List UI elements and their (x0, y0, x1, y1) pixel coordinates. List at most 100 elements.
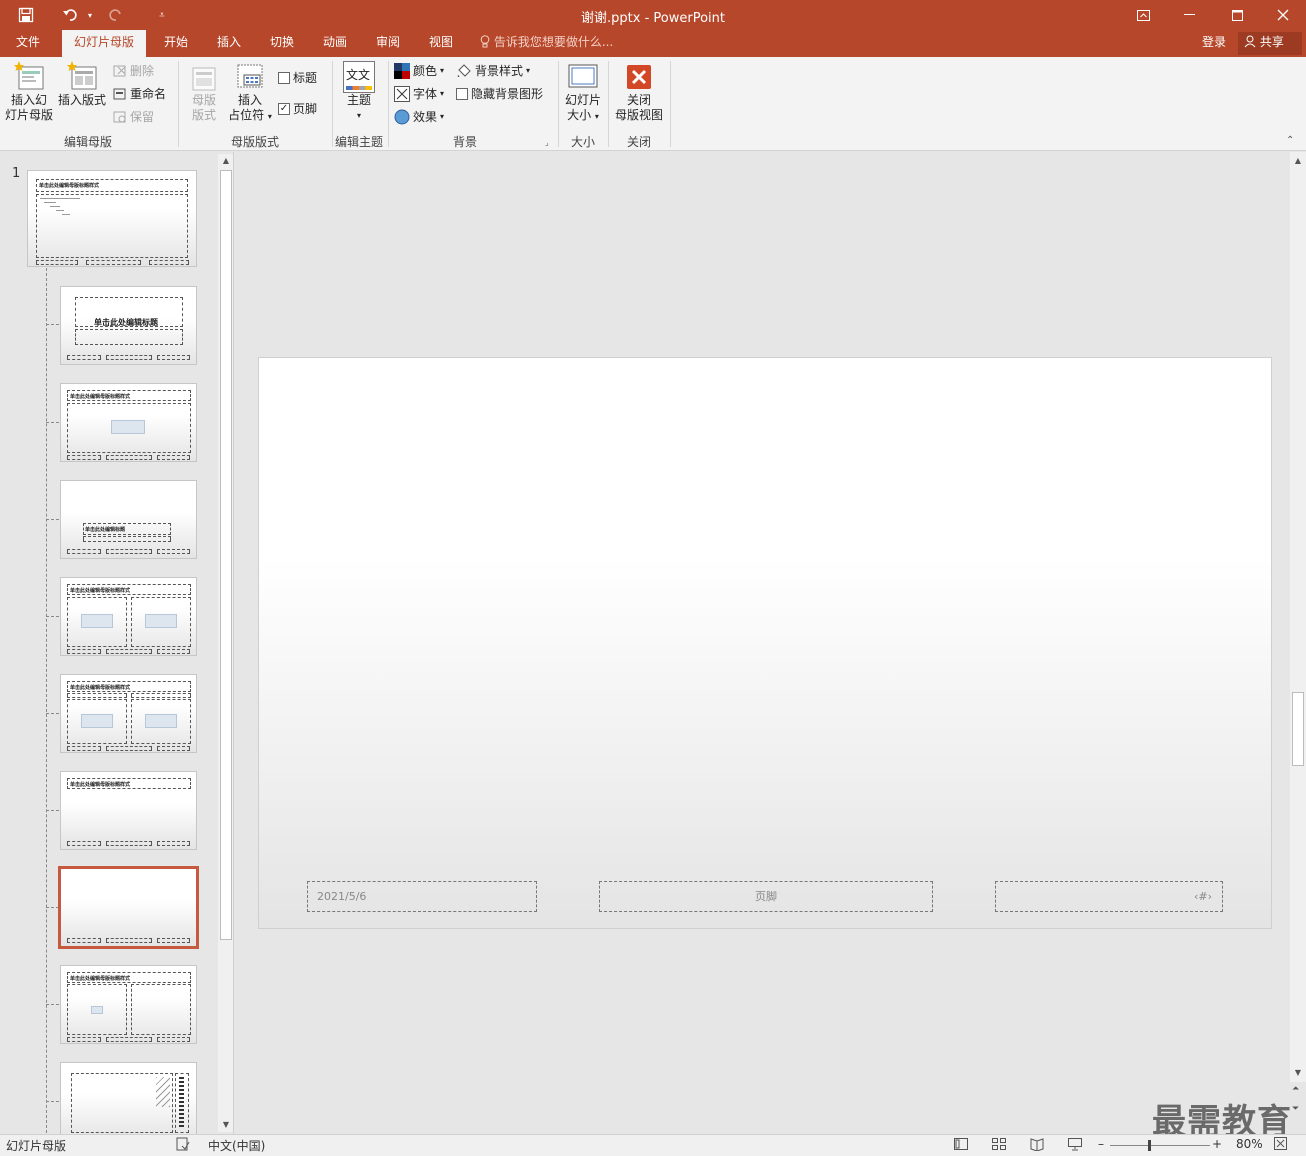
fonts-icon (394, 86, 410, 102)
effects-button[interactable]: 效果 ▾ (394, 109, 444, 125)
preserve-button[interactable]: 保留 (113, 109, 154, 125)
share-button[interactable]: 共享 (1238, 32, 1302, 55)
slideshow-icon[interactable] (1068, 1137, 1082, 1154)
tab-slide-master[interactable]: 幻灯片母版 (62, 30, 147, 57)
background-styles-button[interactable]: 背景样式 ▾ (456, 63, 530, 79)
group-separator (608, 61, 609, 147)
slide-size-button[interactable]: 幻灯片 大小 ▾ (562, 61, 604, 124)
tell-me-box[interactable]: 告诉我您想要做什么... (480, 30, 613, 57)
layout-thumbnail-title-content[interactable]: 单击此处编辑母版标题样式 (60, 383, 197, 462)
master-layout-button[interactable]: 母版 版式 (184, 65, 224, 123)
main-vertical-scrollbar[interactable]: ▲ ▼ (1290, 152, 1306, 1082)
rename-button[interactable]: 重命名 (113, 86, 166, 102)
slide-edit-area[interactable]: 2021/5/6 页脚 ‹#› (238, 152, 1290, 1134)
layout-thumbnail-comparison[interactable]: 单击此处编辑母版标题样式 (60, 674, 197, 753)
minimize-icon[interactable] (1166, 0, 1212, 30)
delete-button[interactable]: 删除 (113, 63, 154, 79)
date-placeholder[interactable]: 2021/5/6 (307, 881, 537, 912)
sign-in-link[interactable]: 登录 (1202, 30, 1226, 55)
footer-checkbox[interactable]: ✓ 页脚 (278, 101, 317, 117)
group-label-close: 关闭 (626, 135, 651, 149)
hide-background-checkbox[interactable]: 隐藏背景图形 (456, 86, 543, 102)
layout-thumbnail-two-content[interactable]: 单击此处编辑母版标题样式 (60, 577, 197, 656)
tab-transitions[interactable]: 切换 (258, 30, 306, 57)
zoom-level[interactable]: 80% (1236, 1137, 1263, 1151)
slide-number-placeholder[interactable]: ‹#› (995, 881, 1223, 912)
zoom-out-icon[interactable]: – (1098, 1137, 1104, 1151)
themes-button[interactable]: 文文 主题 ▾ (338, 61, 380, 123)
slide-canvas[interactable]: 2021/5/6 页脚 ‹#› (258, 357, 1272, 929)
zoom-slider[interactable] (1110, 1140, 1210, 1151)
master-thumbnail[interactable]: 单击此处编辑母版标题样式 (27, 170, 197, 267)
insert-placeholder-button[interactable]: 插入 占位符 ▾ (226, 61, 274, 124)
previous-slide-icon[interactable]: ⏶ (1292, 1084, 1299, 1094)
main-scroll-thumb[interactable] (1292, 692, 1304, 766)
thumbnail-scroll-thumb[interactable] (220, 170, 232, 940)
layout-thumbnail-blank-selected[interactable] (58, 866, 199, 949)
normal-view-icon[interactable] (954, 1137, 968, 1154)
master-thumbnail-title: 单击此处编辑母版标题样式 (39, 183, 100, 189)
layout-thumbnail-section[interactable]: 单击此处编辑标题 (60, 480, 197, 559)
scroll-down-icon[interactable]: ▼ (219, 1118, 233, 1132)
tab-home[interactable]: 开始 (152, 30, 200, 57)
title-checkbox-box[interactable] (278, 72, 290, 84)
dialog-launcher-icon[interactable]: ⌟ (545, 138, 549, 147)
hide-background-checkbox-box[interactable] (456, 88, 468, 100)
zoom-slider-handle[interactable] (1148, 1140, 1151, 1151)
thumbnail-scrollbar[interactable]: ▲ ▼ (218, 154, 233, 1132)
footer-checkbox-box[interactable]: ✓ (278, 103, 290, 115)
maximize-icon[interactable] (1214, 0, 1260, 30)
ribbon-tabs: 文件 幻灯片母版 开始 插入 切换 动画 审阅 视图 告诉我您想要做什么... … (0, 30, 1306, 57)
themes-icon: 文文 (343, 61, 375, 93)
paint-bucket-icon (457, 64, 471, 77)
tab-review[interactable]: 审阅 (364, 30, 412, 57)
view-name-status: 幻灯片母版 (6, 1139, 67, 1153)
ribbon-display-icon[interactable] (1120, 0, 1166, 30)
layout-thumbnail-title-only[interactable]: 单击此处编辑母版标题样式 (60, 771, 197, 850)
delete-icon (113, 65, 126, 77)
group-label-background: 背景 (452, 135, 477, 149)
group-label-master-layout: 母版版式 (230, 135, 279, 149)
layout-thumbnail-vertical-title[interactable] (60, 1062, 197, 1134)
tab-file[interactable]: 文件 (4, 30, 52, 57)
fit-to-window-icon[interactable] (1274, 1137, 1287, 1153)
tell-me-text: 告诉我您想要做什么... (493, 35, 614, 49)
insert-layout-icon (67, 61, 97, 90)
rename-icon (113, 88, 126, 100)
chevron-down-icon: ▾ (440, 112, 445, 121)
scroll-down-icon[interactable]: ▼ (1291, 1066, 1305, 1080)
tab-animations[interactable]: 动画 (311, 30, 359, 57)
effects-icon (394, 109, 410, 125)
scroll-up-icon[interactable]: ▲ (219, 154, 233, 168)
spelling-icon[interactable] (176, 1137, 190, 1154)
thumbnail-pane[interactable]: 1 单击此处编辑母版标题样式 单击此处编辑标题 单击此处编辑母版标题样式 单击此… (0, 152, 234, 1134)
layout-thumbnail-content-caption[interactable]: 单击此处编辑母版标题样式 (60, 965, 197, 1044)
next-slide-icon[interactable]: ⏷ (1292, 1104, 1299, 1114)
language-status[interactable]: 中文(中国) (208, 1137, 265, 1154)
group-label-size: 大小 (570, 135, 595, 149)
status-bar: 幻灯片母版 中文(中国) – + 80% (0, 1134, 1306, 1156)
pin-icon (113, 111, 126, 123)
scroll-up-icon[interactable]: ▲ (1291, 154, 1305, 168)
slide-sorter-icon[interactable] (992, 1137, 1006, 1154)
tab-insert[interactable]: 插入 (205, 30, 253, 57)
insert-layout-button[interactable]: 插入版式 (56, 61, 108, 108)
tab-view[interactable]: 视图 (417, 30, 465, 57)
title-checkbox[interactable]: 标题 (278, 70, 317, 86)
insert-slide-master-button[interactable]: 插入幻 灯片母版 (4, 61, 54, 123)
lightbulb-icon (480, 35, 494, 49)
colors-button[interactable]: 颜色 ▾ (394, 63, 444, 79)
layout-thumbnail-title[interactable]: 单击此处编辑标题 (60, 286, 197, 365)
collapse-ribbon-icon[interactable]: ⌃ (1286, 135, 1294, 146)
close-master-view-button[interactable]: 关闭 母版视图 (612, 61, 666, 123)
window-title: 谢谢.pptx - PowerPoint (581, 11, 725, 26)
zoom-in-icon[interactable]: + (1212, 1137, 1222, 1151)
close-icon[interactable] (1260, 0, 1306, 30)
group-separator (670, 61, 671, 147)
layout-title-text: 单击此处编辑标题 (94, 318, 158, 327)
share-label: 共享 (1259, 35, 1284, 49)
footer-placeholder[interactable]: 页脚 (599, 881, 933, 912)
chevron-down-icon: ▾ (440, 66, 445, 75)
fonts-button[interactable]: 字体 ▾ (394, 86, 444, 102)
reading-view-icon[interactable] (1030, 1137, 1044, 1154)
